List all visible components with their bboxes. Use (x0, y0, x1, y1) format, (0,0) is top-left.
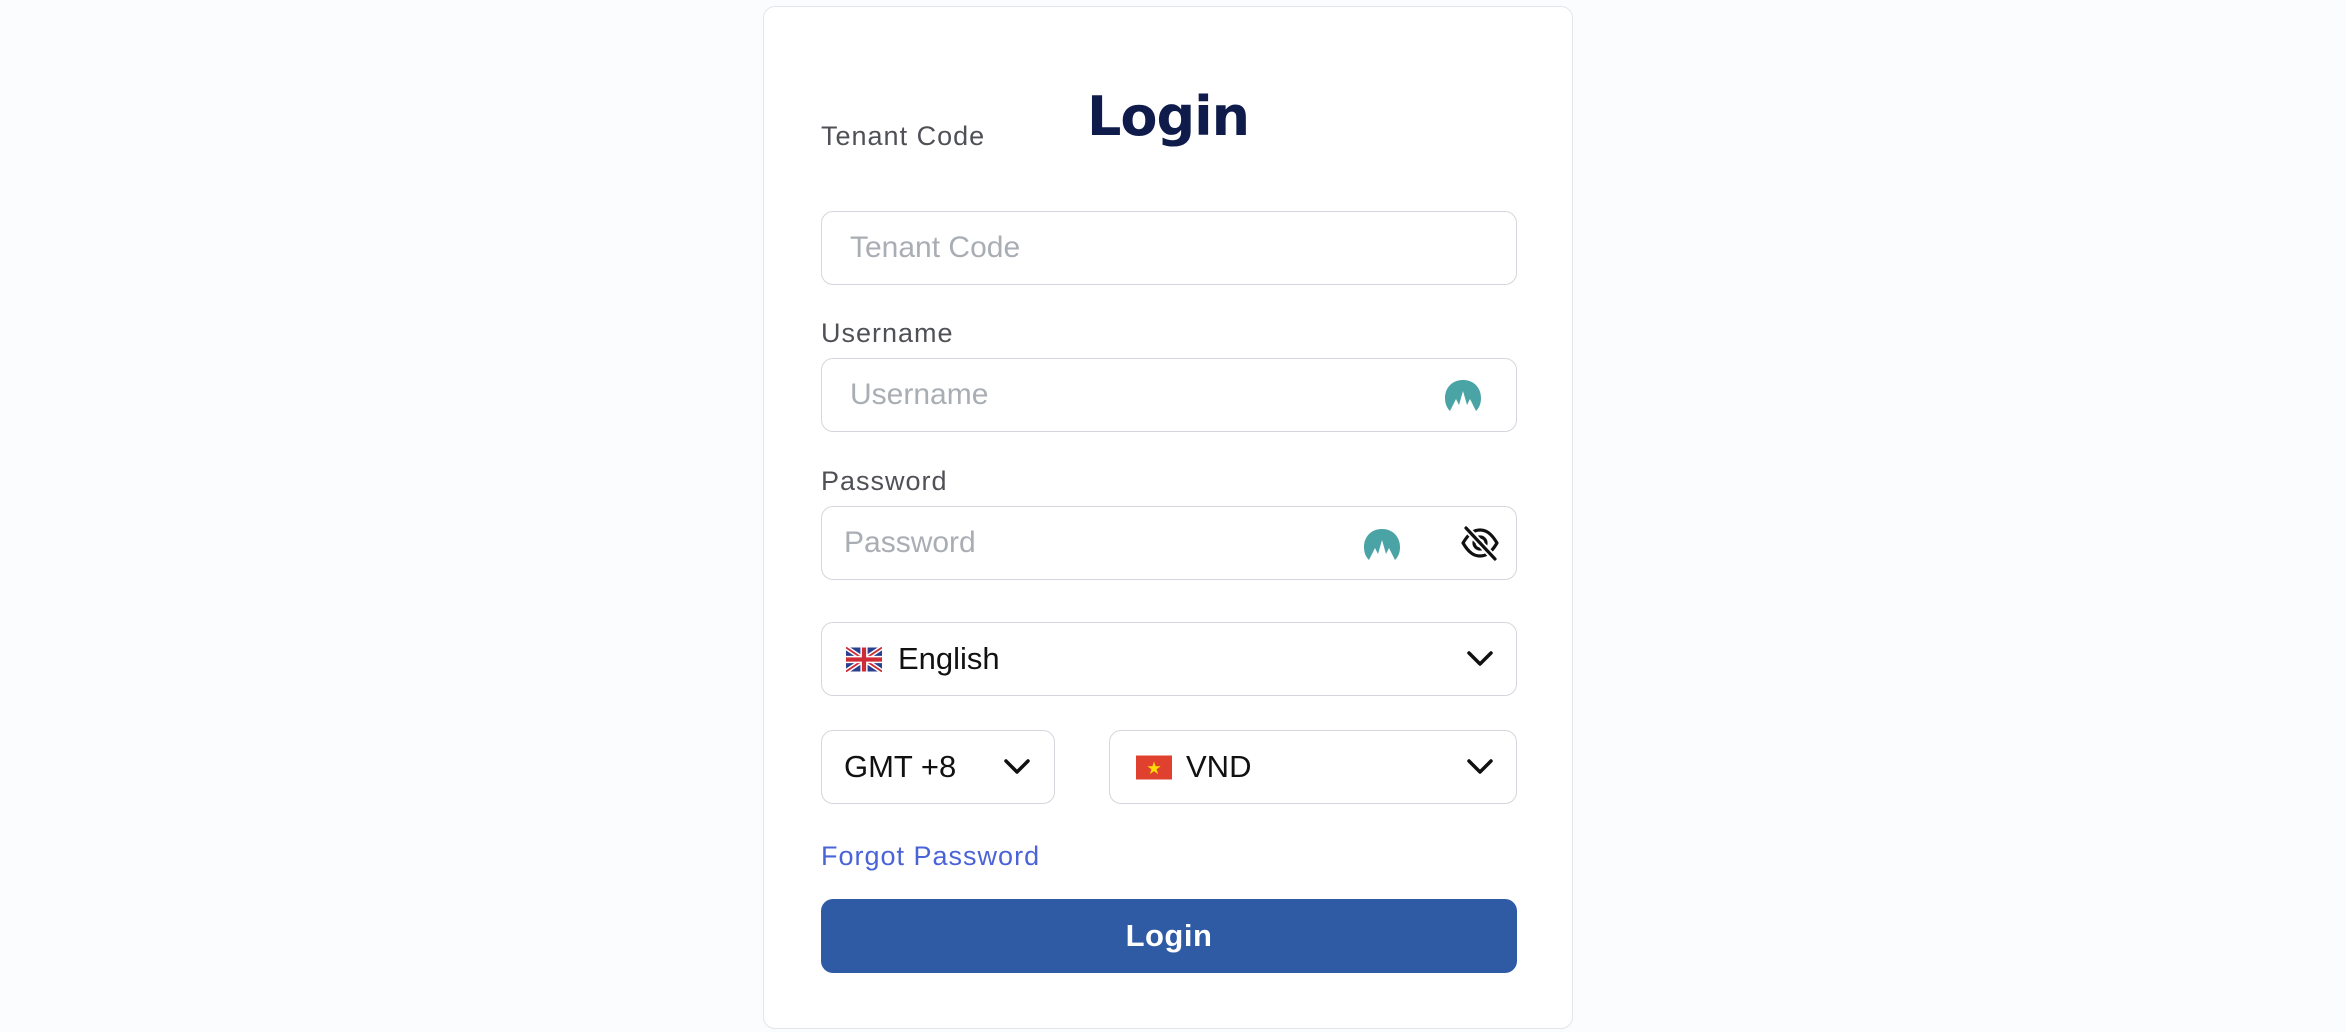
chevron-down-icon (1467, 759, 1493, 774)
timezone-select[interactable]: GMT +8 (821, 730, 1055, 804)
login-card: Login Tenant Code Username Password (763, 6, 1573, 1029)
vietnam-flag-icon (1136, 755, 1172, 780)
timezone-selected: GMT +8 (844, 749, 957, 784)
username-label: Username (821, 318, 954, 348)
tenant-code-input[interactable] (822, 212, 1516, 284)
eye-slash-icon[interactable] (1460, 523, 1500, 563)
tenant-code-label: Tenant Code (821, 121, 986, 151)
username-field (821, 358, 1517, 432)
chevron-down-icon (1004, 759, 1030, 774)
password-input[interactable] (822, 507, 1516, 579)
tenant-code-field (821, 211, 1517, 285)
language-select[interactable]: English (821, 622, 1517, 696)
username-input[interactable] (822, 359, 1516, 431)
currency-select[interactable]: VND (1109, 730, 1517, 804)
uk-flag-icon (846, 647, 882, 672)
password-manager-icon[interactable] (1363, 528, 1401, 562)
chevron-down-icon (1467, 651, 1493, 666)
forgot-password-link[interactable]: Forgot Password (821, 841, 1040, 872)
language-selected: English (898, 641, 1000, 676)
currency-selected: VND (1186, 749, 1252, 784)
login-button[interactable]: Login (821, 899, 1517, 973)
password-label: Password (821, 466, 948, 496)
password-manager-icon[interactable] (1444, 379, 1482, 413)
password-field (821, 506, 1517, 580)
